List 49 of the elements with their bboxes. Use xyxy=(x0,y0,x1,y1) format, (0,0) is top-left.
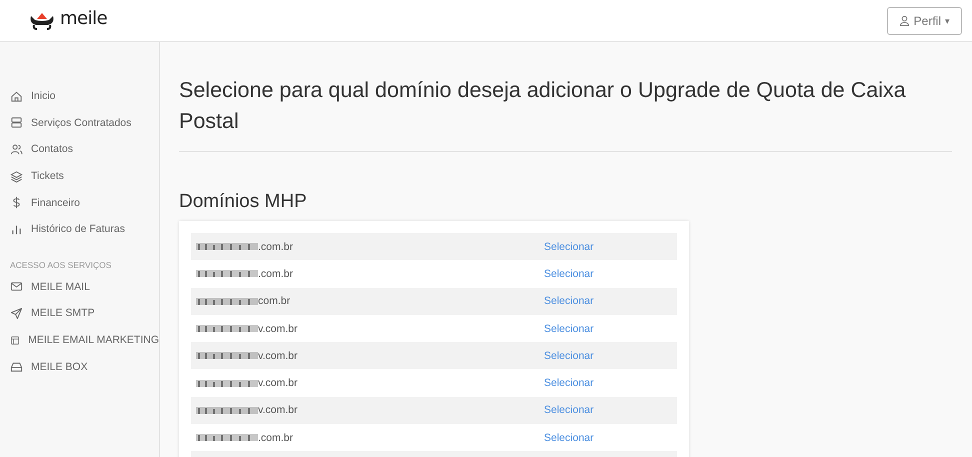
redacted-mark xyxy=(196,324,258,334)
redacted-mark xyxy=(196,269,258,278)
sidebar-item[interactable]: Inicio xyxy=(0,83,159,110)
redacted-mark xyxy=(196,296,258,306)
domain-name: .com.br xyxy=(196,432,544,444)
sidebar-item[interactable]: MEILE BOX xyxy=(0,353,159,380)
select-link[interactable]: Selecionar xyxy=(544,404,594,416)
server-icon xyxy=(10,116,23,130)
user-icon xyxy=(898,15,910,26)
select-link[interactable]: Selecionar xyxy=(544,432,594,444)
domain-name: v.com.br xyxy=(196,322,544,335)
paper-plane-icon xyxy=(10,306,23,320)
domain-name: v.com.br xyxy=(196,377,544,390)
logo-text: meile xyxy=(60,8,108,29)
select-link[interactable]: Selecionar xyxy=(544,268,594,280)
sidebar-item[interactable]: MEILE SMTP xyxy=(0,300,159,327)
inbox-icon xyxy=(10,360,23,374)
domain-name: com.br xyxy=(196,295,544,308)
sidebar-item[interactable]: Serviços Contratados xyxy=(0,110,159,136)
redacted-mark xyxy=(196,378,258,388)
sidebar-item[interactable]: MEILE MAIL xyxy=(0,274,159,300)
select-link[interactable]: Selecionar xyxy=(544,322,594,335)
page-title: Selecione para qual domínio deseja adicionar o Upgrade de Quota de Caixa Postal xyxy=(179,75,952,152)
domain-name: .com.br xyxy=(196,268,544,280)
select-link[interactable]: Selecionar xyxy=(544,350,594,362)
redacted-mark xyxy=(196,242,258,252)
domain-name: v.com.br xyxy=(196,404,544,416)
sidebar-item[interactable]: Financeiro xyxy=(0,189,159,216)
users-icon xyxy=(10,142,23,156)
redacted-mark xyxy=(196,433,258,442)
section-heading: ACESSO AOS SERVIÇOS xyxy=(9,258,112,272)
sidebar-item[interactable]: MEILE EMAIL MARKETING xyxy=(0,326,159,354)
select-link[interactable]: Selecionar xyxy=(544,240,594,253)
sidebar-item[interactable]: Tickets xyxy=(0,162,159,190)
section-title: Domínios MHP xyxy=(179,191,308,213)
layout-icon xyxy=(10,334,20,347)
domain-name: .com.br xyxy=(196,240,544,253)
envelope-icon xyxy=(10,280,23,294)
redacted-mark xyxy=(196,406,258,415)
domain-name: v.com.br xyxy=(196,350,544,362)
sidebar-item[interactable]: Histórico de Faturas xyxy=(0,216,159,243)
redacted-mark xyxy=(196,351,258,360)
logo-icon xyxy=(28,10,56,30)
home-icon xyxy=(10,90,23,103)
layers-icon xyxy=(10,170,23,183)
sidebar-item[interactable]: Contatos xyxy=(0,136,159,163)
select-link[interactable]: Selecionar xyxy=(544,295,594,308)
select-link[interactable]: Selecionar xyxy=(544,377,594,390)
profile-button[interactable]: Perfil ▾ xyxy=(886,6,962,34)
